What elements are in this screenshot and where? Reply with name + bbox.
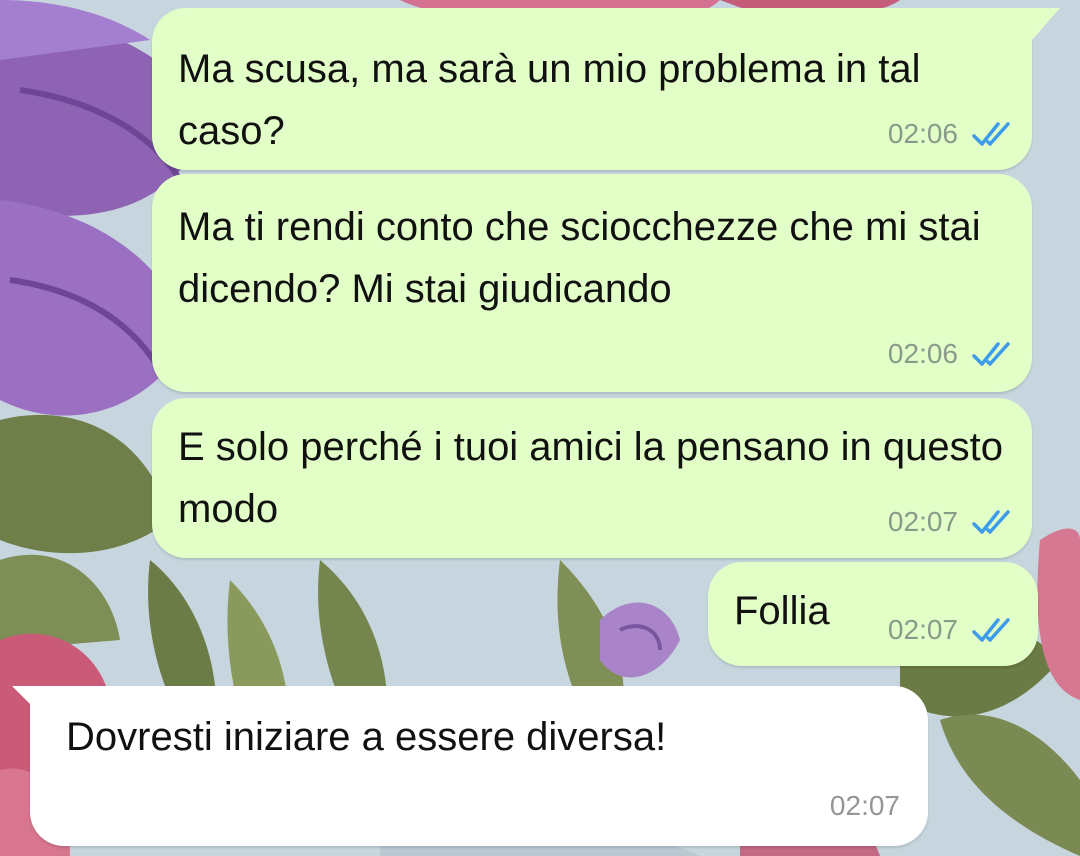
double-check-read-icon: [970, 508, 1014, 536]
message-time: 02:06: [887, 338, 958, 369]
message-text: Follia: [734, 589, 830, 633]
message-meta: 02:06: [888, 338, 1014, 370]
message-meta: 02:07: [888, 506, 1014, 538]
message-bubble-outgoing[interactable]: E solo perché i tuoi amici la pensano in…: [152, 398, 1032, 558]
double-check-read-icon: [970, 616, 1014, 644]
bubble-tail: [1020, 8, 1060, 40]
message-bubble-incoming[interactable]: Dovresti iniziare a essere diversa! 02:0…: [30, 686, 928, 846]
message-bubble-outgoing[interactable]: Ma ti rendi conto che sciocchezze che mi…: [152, 174, 1032, 392]
message-meta: 02:07: [888, 614, 1014, 646]
message-time: 02:07: [887, 506, 958, 537]
message-text: Ma scusa, ma sarà un mio problema in tal…: [178, 47, 921, 153]
message-meta: 02:07: [830, 790, 900, 822]
message-bubble-outgoing[interactable]: Follia 02:07: [708, 562, 1038, 666]
message-bubble-outgoing[interactable]: Ma scusa, ma sarà un mio problema in tal…: [152, 8, 1032, 170]
message-time: 02:06: [887, 118, 958, 149]
message-text: Dovresti iniziare a essere diversa!: [66, 715, 667, 759]
double-check-read-icon: [970, 120, 1014, 148]
bubble-tail: [12, 686, 52, 720]
message-time: 02:07: [887, 614, 958, 645]
message-text: Ma ti rendi conto che sciocchezze che mi…: [178, 205, 981, 311]
double-check-read-icon: [970, 340, 1014, 368]
message-time: 02:07: [829, 790, 900, 821]
message-meta: 02:06: [888, 118, 1014, 150]
